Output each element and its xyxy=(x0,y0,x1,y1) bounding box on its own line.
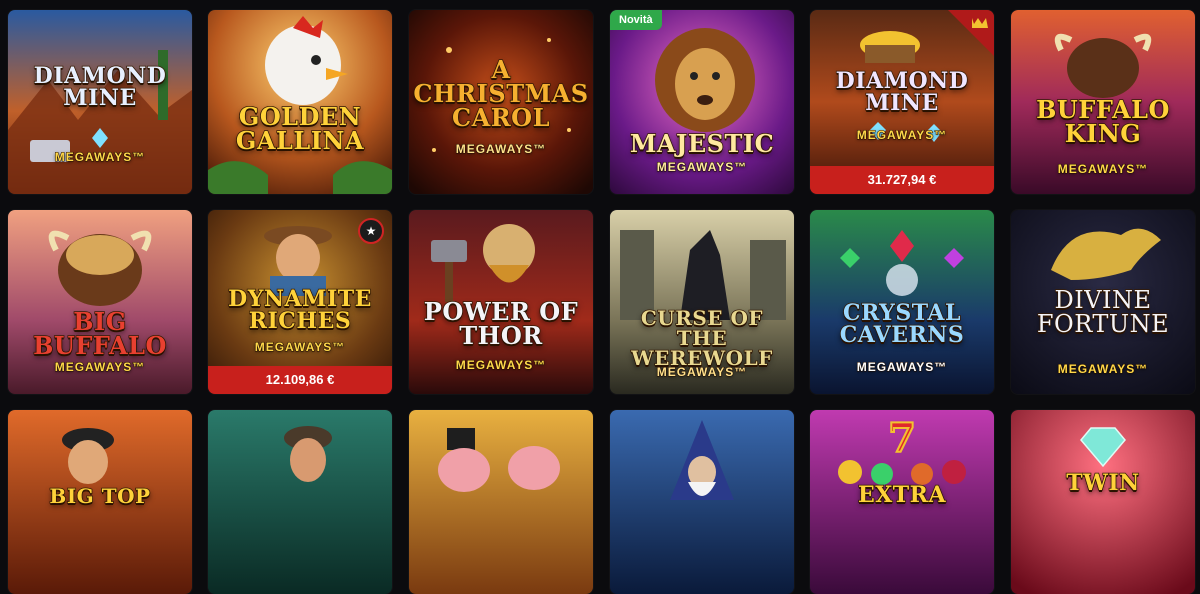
game-title: MAJESTIC xyxy=(629,129,775,158)
game-tile-power-of-thor[interactable]: POWER OF THOR MEGAWAYS™ xyxy=(409,210,593,394)
game-title: CRYSTAL CAVERNS xyxy=(839,300,965,348)
game-tile-christmas-carol[interactable]: A CHRISTMAS CAROL MEGAWAYS™ xyxy=(409,10,593,194)
game-title: BIG TOP xyxy=(49,484,151,508)
jackpot-amount: 31.727,94 € xyxy=(810,166,994,194)
game-subtitle: MEGAWAYS™ xyxy=(54,360,146,375)
game-tile-diamond-mine-jackpot[interactable]: DIAMOND MINE MEGAWAYS™ 31.727,94 € xyxy=(810,10,994,194)
game-title: DIAMOND MINE xyxy=(835,68,969,116)
game-subtitle: MEGAWAYS™ xyxy=(856,128,948,143)
game-subtitle: MEGAWAYS™ xyxy=(455,358,547,373)
game-tile-wizard[interactable] xyxy=(610,410,794,594)
game-title: EXTRA xyxy=(857,482,947,508)
game-title: BUFFALO KING xyxy=(1035,95,1170,148)
game-title: TWIN xyxy=(1066,470,1140,496)
game-subtitle: MEGAWAYS™ xyxy=(656,160,748,175)
game-tile-twin[interactable]: TWIN xyxy=(1011,410,1195,594)
game-title: DIAMOND MINE xyxy=(33,63,167,111)
game-title: DYNAMITE RICHES xyxy=(227,286,372,334)
game-tile-diamond-mine[interactable]: DIAMOND MINE MEGAWAYS™ xyxy=(8,10,192,194)
game-title: CURSE OF THE WEREWOLF xyxy=(630,306,773,370)
game-tile-majestic[interactable]: Novità MAJESTIC MEGAWAYS™ xyxy=(610,10,794,194)
game-tile-big-top[interactable]: BIG TOP xyxy=(8,410,192,594)
game-tile-buffalo-king[interactable]: BUFFALO KING MEGAWAYS™ xyxy=(1011,10,1195,194)
game-tile-curse-of-the-werewolf[interactable]: CURSE OF THE WEREWOLF MEGAWAYS™ xyxy=(610,210,794,394)
detective-artwork xyxy=(208,410,392,594)
game-subtitle: MEGAWAYS™ xyxy=(656,365,748,380)
game-title: DIVINE FORTUNE xyxy=(1036,286,1170,338)
wizard-artwork xyxy=(610,410,794,594)
new-badge: Novità xyxy=(610,10,662,30)
game-tile-big-buffalo[interactable]: BIG BUFFALO MEGAWAYS™ xyxy=(8,210,192,394)
game-subtitle: MEGAWAYS™ xyxy=(1057,362,1149,377)
game-subtitle: MEGAWAYS™ xyxy=(856,360,948,375)
game-tile-dynamite-riches[interactable]: ★ DYNAMITE RICHES MEGAWAYS™ 12.109,86 € xyxy=(208,210,392,394)
star-badge-icon: ★ xyxy=(358,218,384,244)
game-title: POWER OF THOR xyxy=(423,297,579,350)
crown-corner-ribbon xyxy=(948,10,994,56)
jackpot-amount: 12.109,86 € xyxy=(208,366,392,394)
game-tile-crystal-caverns[interactable]: CRYSTAL CAVERNS MEGAWAYS™ xyxy=(810,210,994,394)
game-subtitle: MEGAWAYS™ xyxy=(54,150,146,165)
game-tile-extra[interactable]: 7 EXTRA xyxy=(810,410,994,594)
game-title: A CHRISTMAS CAROL xyxy=(413,55,589,132)
game-tile-pigs[interactable] xyxy=(409,410,593,594)
pigs-artwork xyxy=(409,410,593,594)
game-subtitle: MEGAWAYS™ xyxy=(455,142,547,157)
game-title: GOLDEN GALLINA xyxy=(235,102,365,155)
svg-text:7: 7 xyxy=(888,415,916,462)
game-title: BIG BUFFALO xyxy=(32,307,167,360)
game-tile-detective[interactable] xyxy=(208,410,392,594)
game-tile-divine-fortune[interactable]: DIVINE FORTUNE MEGAWAYS™ xyxy=(1011,210,1195,394)
game-subtitle: MEGAWAYS™ xyxy=(1057,162,1149,177)
game-tile-golden-gallina[interactable]: GOLDEN GALLINA xyxy=(208,10,392,194)
game-grid: DIAMOND MINE MEGAWAYS™ GOLDEN GALLINA A … xyxy=(0,0,1200,594)
twin-diamond-artwork xyxy=(1011,410,1195,594)
game-subtitle: MEGAWAYS™ xyxy=(254,340,346,355)
